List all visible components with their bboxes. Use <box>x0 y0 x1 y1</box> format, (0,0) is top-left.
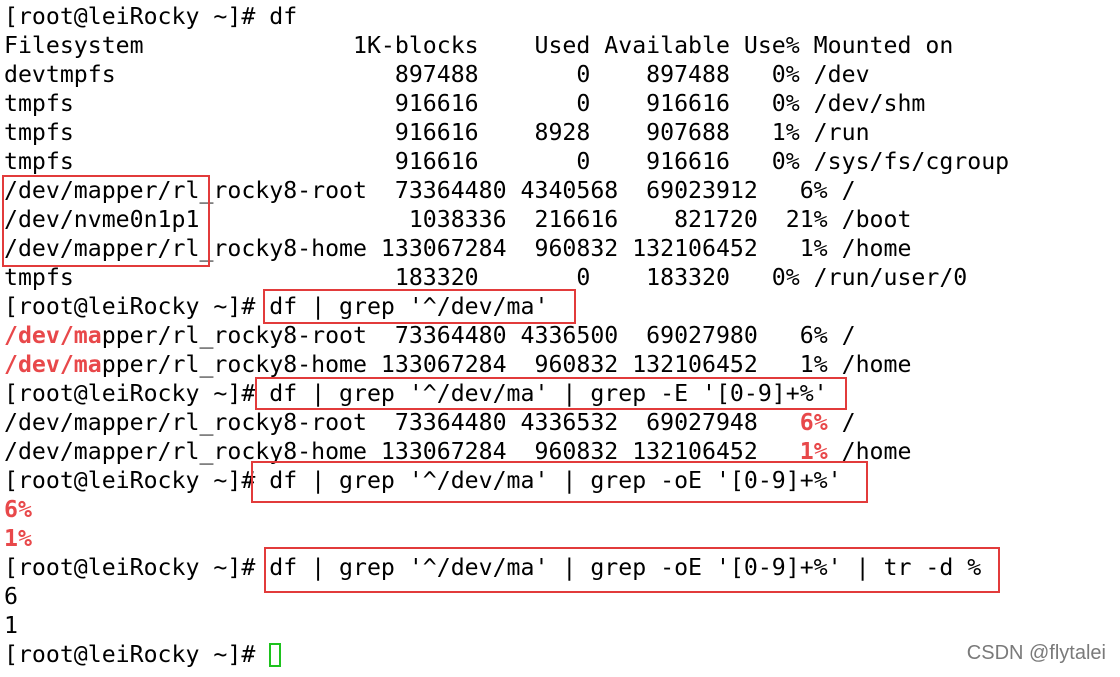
terminal-window[interactable]: [root@leiRocky ~]# df Filesystem 1K-block… <box>0 0 1120 677</box>
terminal-line: 6 <box>4 583 18 610</box>
terminal-line: /dev/mapper/rl_rocky8-root 73364480 4336… <box>4 321 856 350</box>
terminal-line: 6% <box>4 495 32 524</box>
terminal-line: devtmpfs 897488 0 897488 0% /dev <box>4 61 870 88</box>
grep-match-highlight: 1% <box>4 525 32 552</box>
highlight-box-cmd-grep <box>263 289 576 324</box>
grep-match-highlight: /dev/ma <box>4 351 102 378</box>
grep-match-highlight: 6% <box>799 409 828 436</box>
highlight-box-cmd-tr <box>264 547 1000 593</box>
terminal-line: tmpfs 916616 0 916616 0% /sys/fs/cgroup <box>4 148 1010 175</box>
line-text: pper/rl_rocky8-root 73364480 4336500 690… <box>101 322 856 349</box>
grep-match-highlight: 6% <box>4 496 32 523</box>
terminal-cursor[interactable] <box>269 643 282 667</box>
terminal-line: /dev/mapper/rl_rocky8-home 133067284 960… <box>4 350 911 379</box>
csdn-watermark: CSDN @flytalei <box>966 642 1106 664</box>
terminal-line: Filesystem 1K-blocks Used Available Use%… <box>4 32 954 59</box>
highlight-box-cmd-grep-oe <box>251 461 868 503</box>
line-text: pper/rl_rocky8-home 133067284 960832 132… <box>101 351 912 378</box>
terminal-line: /dev/mapper/rl_rocky8-root 73364480 4336… <box>4 408 856 437</box>
terminal-line: [root@leiRocky ~]# df <box>4 3 298 30</box>
terminal-line: 1 <box>4 612 18 639</box>
terminal-line: [root@leiRocky ~]# <box>4 640 282 669</box>
highlight-box-dev-prefix <box>2 175 210 267</box>
line-text: /dev/mapper/rl_rocky8-root 73364480 4336… <box>4 409 800 436</box>
terminal-line: 1% <box>4 524 32 553</box>
terminal-line: tmpfs 916616 0 916616 0% /dev/shm <box>4 90 926 117</box>
line-text: / <box>827 409 856 436</box>
terminal-line: tmpfs 183320 0 183320 0% /run/user/0 <box>4 264 968 291</box>
highlight-box-cmd-grep-e <box>255 377 847 410</box>
grep-match-highlight: /dev/ma <box>4 322 102 349</box>
terminal-line: tmpfs 916616 8928 907688 1% /run <box>4 119 870 146</box>
